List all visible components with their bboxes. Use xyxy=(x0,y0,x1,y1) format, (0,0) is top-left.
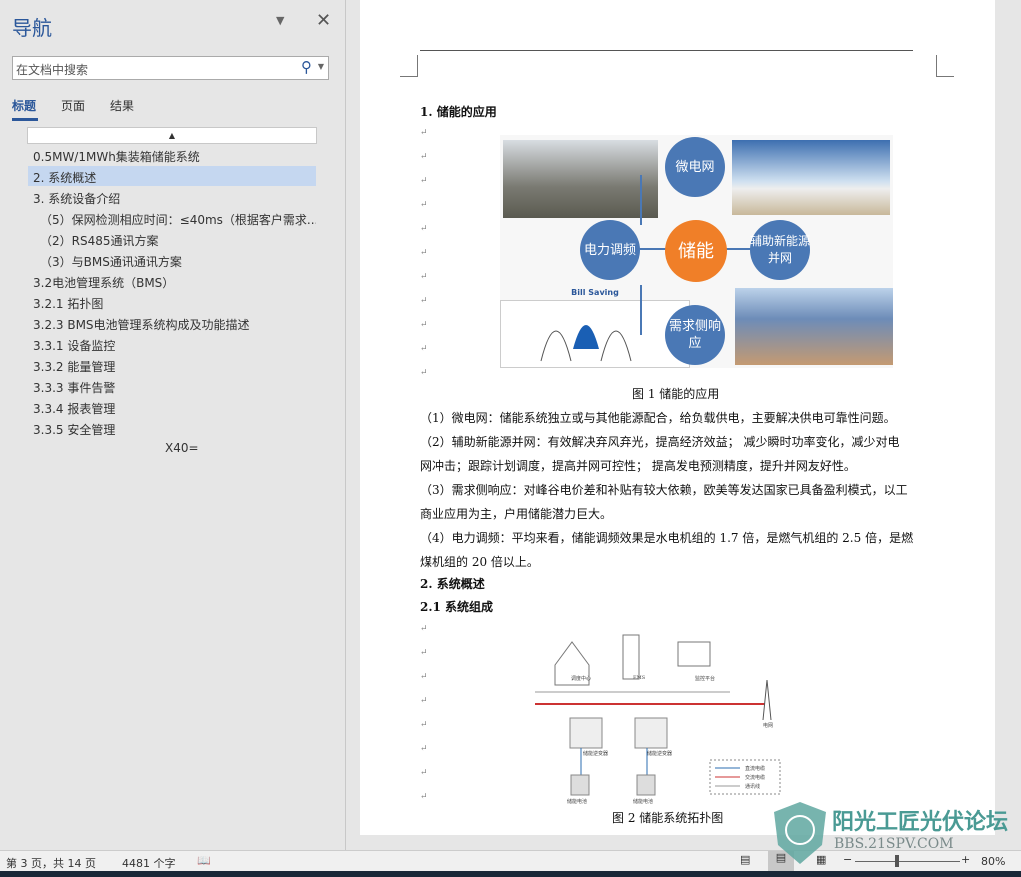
node-energy-storage: 储能 xyxy=(665,220,727,282)
solar-photo xyxy=(735,288,893,365)
nav-heading-item[interactable]: 3.3.4 报表管理 xyxy=(28,397,316,417)
paragraph-mark: ↵ xyxy=(420,792,428,802)
active-tab-indicator xyxy=(12,118,38,121)
nav-heading-item[interactable]: 3. 系统设备介绍 xyxy=(28,187,316,207)
watermark-url: BBS.21SPV.COM xyxy=(834,836,954,852)
legend-comm: 通讯线 xyxy=(745,784,761,790)
tab-headings[interactable]: 标题 xyxy=(12,97,36,114)
node-frequency-regulation: 电力调频 xyxy=(580,220,640,280)
paragraph-mark: ↵ xyxy=(420,224,428,234)
figure-1-image: Bill Saving 微电网 电力调频 辅助新能源并网 需求侧响应 储能 xyxy=(500,135,893,368)
paragraph-mark: ↵ xyxy=(420,720,428,730)
paragraph-mark: ↵ xyxy=(420,176,428,186)
page-count[interactable]: 第 3 页，共 14 页 xyxy=(6,855,96,871)
nav-heading-item[interactable]: 3.3.2 能量管理 xyxy=(28,355,316,375)
search-placeholder: 在文档中搜索 xyxy=(16,63,89,77)
paragraph-mark: ↵ xyxy=(420,200,428,210)
power-plant-photo xyxy=(503,140,658,218)
read-mode-icon[interactable]: ▤ xyxy=(740,853,750,866)
body-paragraph: （3）需求侧响应：对峰谷电价差和补贴有较大依赖，欧美等发达国家已具备盈利模式，以… xyxy=(420,483,908,497)
margin-mark xyxy=(936,55,954,77)
close-icon[interactable]: ✕ xyxy=(316,10,331,31)
label-pcs: 储能逆变器 xyxy=(647,751,673,757)
paragraph-mark: ↵ xyxy=(420,768,428,778)
heading-2: 2. 系统概述 xyxy=(420,577,485,591)
nav-heading-item[interactable]: 3.3.5 安全管理 xyxy=(28,418,316,438)
nav-heading-item[interactable]: 0.5MW/1MWh集装箱储能系统 xyxy=(28,145,316,165)
node-renewable-grid: 辅助新能源并网 xyxy=(750,220,810,280)
scroll-up-button[interactable]: ▲ xyxy=(27,127,317,144)
figure-1-caption: 图 1 储能的应用 xyxy=(632,387,720,401)
tab-results[interactable]: 结果 xyxy=(110,97,134,114)
paragraph-mark: ↵ xyxy=(420,648,428,658)
paragraph-mark: ↵ xyxy=(420,672,428,682)
paragraph-mark: ↵ xyxy=(420,296,428,306)
node-demand-response: 需求侧响应 xyxy=(665,305,725,365)
nav-heading-item[interactable]: 3.2电池管理系统（BMS） xyxy=(28,271,316,291)
figure-2-caption: 图 2 储能系统拓扑图 xyxy=(612,811,724,825)
watermark-name: 阳光工匠光伏论坛 xyxy=(832,810,1009,835)
bill-saving-label: Bill Saving xyxy=(571,288,619,297)
header-line xyxy=(420,50,913,51)
taskbar xyxy=(0,871,1021,877)
body-paragraph: （2）辅助新能源并网：有效解决弃风弃光，提高经济效益； 减少瞬时功率变化，减少对… xyxy=(420,435,900,449)
vertical-scrollbar[interactable] xyxy=(1005,0,1021,850)
search-input[interactable]: 在文档中搜索 ⚲ ▼ xyxy=(12,56,329,80)
navigation-pane: 导航 ▼ ✕ 在文档中搜索 ⚲ ▼ 标题 页面 结果 ▲ 0.5MW/1MWh集… xyxy=(0,0,346,850)
body-paragraph: 煤机组的 20 倍以上。 xyxy=(420,555,539,569)
word-count[interactable]: 4481 个字 xyxy=(122,855,176,871)
paragraph-mark: ↵ xyxy=(420,344,428,354)
nav-heading-item[interactable]: 3.3.1 设备监控 xyxy=(28,334,316,354)
tab-pages[interactable]: 页面 xyxy=(61,97,85,114)
search-icon[interactable]: ⚲ xyxy=(301,58,312,76)
nav-heading-item[interactable]: （5）保网检测相应时间：≤40ms（根据客户需求... xyxy=(28,208,316,228)
nav-heading-item[interactable]: 3.2.3 BMS电池管理系统构成及功能描述 xyxy=(28,313,316,333)
chevron-down-icon[interactable]: ▼ xyxy=(318,62,324,71)
paragraph-mark: ↵ xyxy=(420,248,428,258)
bill-saving-chart xyxy=(500,300,690,368)
label-pcs: 储能逆变器 xyxy=(583,751,609,757)
paragraph-mark: ↵ xyxy=(420,272,428,282)
label-grid: 电网 xyxy=(763,723,774,729)
paragraph-mark: ↵ xyxy=(420,624,428,634)
label-battery: 储能电池 xyxy=(567,799,588,805)
proofing-icon[interactable]: 📖 xyxy=(197,854,211,867)
nav-heading-item[interactable]: 3.2.1 拓扑图 xyxy=(28,292,316,312)
label-battery: 储能电池 xyxy=(633,799,654,805)
nav-footer-text: X40= xyxy=(165,441,199,455)
forum-watermark-logo: 阳光工匠光伏论坛 BBS.21SPV.COM xyxy=(770,800,1015,866)
body-paragraph: （4）电力调频：平均来看，储能调频效果是水电机组的 1.7 倍，是燃气机组的 2… xyxy=(420,531,914,545)
node-microgrid: 微电网 xyxy=(665,137,725,197)
figure-2-topology: 调度中心 EMS 监控平台 电网 储能逆变器 储能逆变器 储能电池 储能电池 直… xyxy=(535,630,791,806)
pane-options-icon[interactable]: ▼ xyxy=(276,14,284,27)
body-paragraph: 商业应用为主，户用储能潜力巨大。 xyxy=(420,507,613,521)
label-monitor-platform: 监控平台 xyxy=(695,676,716,682)
legend-ac: 交流电缆 xyxy=(745,775,766,781)
legend-dc: 直流电缆 xyxy=(745,766,766,772)
paragraph-mark: ↵ xyxy=(420,128,428,138)
body-paragraph: 网冲击；跟踪计划调度，提高并网可控性； 提高发电预测精度，提升并网友好性。 xyxy=(420,459,856,473)
nav-title: 导航 xyxy=(12,16,52,40)
heading-1: 1. 储能的应用 xyxy=(420,105,497,119)
label-ems: EMS xyxy=(633,675,646,681)
paragraph-mark: ↵ xyxy=(420,152,428,162)
heading-2-1: 2.1 系统组成 xyxy=(420,600,494,614)
nav-heading-item[interactable]: 3.3.3 事件告警 xyxy=(28,376,316,396)
paragraph-mark: ↵ xyxy=(420,696,428,706)
nav-heading-item[interactable]: 2. 系统概述 xyxy=(28,166,316,186)
margin-mark xyxy=(400,55,418,77)
body-paragraph: （1）微电网：储能系统独立或与其他能源配合，给负载供电，主要解决供电可靠性问题。 xyxy=(420,411,896,425)
nav-heading-item[interactable]: （3）与BMS通讯通讯方案 xyxy=(28,250,316,270)
paragraph-mark: ↵ xyxy=(420,744,428,754)
document-page[interactable]: 1. 储能的应用 ↵ ↵ ↵ ↵ ↵ ↵ ↵ ↵ ↵ ↵ ↵ Bill Saving 微电网 电力调… xyxy=(360,0,995,835)
container-photo xyxy=(732,140,890,215)
label-dispatch-center: 调度中心 xyxy=(571,676,592,682)
paragraph-mark: ↵ xyxy=(420,320,428,330)
nav-heading-item[interactable]: （2）RS485通讯方案 xyxy=(28,229,316,249)
paragraph-mark: ↵ xyxy=(420,368,428,378)
